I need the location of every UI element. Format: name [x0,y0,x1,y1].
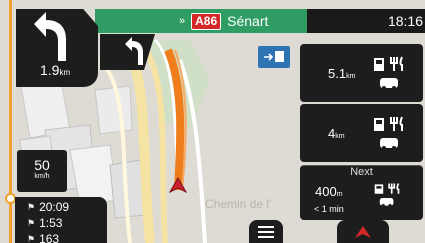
arrival-time-row: ⚑ 20:09 [27,200,69,214]
view-mode-button[interactable] [337,220,389,243]
vehicle-arrow-icon [355,226,371,238]
next-turn-distance: 1.9km [40,62,71,78]
service-distance: 400m [315,184,343,199]
turn-right-arrow-icon [125,37,143,65]
service-item[interactable]: 4km [300,104,423,162]
remaining-time: 1:53 [39,216,63,230]
motorway-exit-icon [258,46,290,68]
turn-left-arrow-icon [34,12,66,61]
route-progress-bar [9,0,12,243]
fuel-restaurant-car-icon [374,116,403,150]
clock-icon: ⚑ [27,217,36,228]
street-bar: » A86 Sénart 18:16 [95,9,425,33]
service-distance: 4km [328,126,345,141]
service-item[interactable]: 5.1km [300,44,423,102]
next-label: Next [350,166,373,178]
next-street-name: Sénart [227,13,269,29]
service-item-next[interactable]: Next 400m < 1 min [300,165,423,220]
clock: 18:16 [307,9,425,33]
clock-text: 18:16 [387,13,423,29]
arrival-time: 20:09 [39,200,70,214]
remaining-distance: 163 [39,232,60,243]
speed-value: 50 [34,157,50,173]
service-distance: 5.1km [328,66,356,81]
chevron-icon: » [179,15,186,27]
menu-button[interactable] [249,220,283,243]
service-eta: < 1 min [314,204,344,214]
fuel-restaurant-car-icon [374,183,400,208]
road-number-badge: A86 [191,12,222,30]
fuel-restaurant-car-icon [374,56,403,90]
remaining-distance-row: ⚑ 163 [27,232,59,243]
next-turn-panel[interactable]: 1.9km [16,9,98,87]
map-street-label: Chemin de l' [205,197,272,211]
trip-info-panel[interactable]: ⚑ 20:09 ⚑ 1:53 ⚑ 163 [15,197,107,243]
speed-unit: km/h [34,173,50,180]
remaining-time-row: ⚑ 1:53 [27,216,62,230]
flag-icon: ⚑ [27,201,36,212]
speed-display: 50 km/h [17,150,67,192]
menu-icon [258,225,274,238]
distance-icon: ⚑ [27,233,36,243]
